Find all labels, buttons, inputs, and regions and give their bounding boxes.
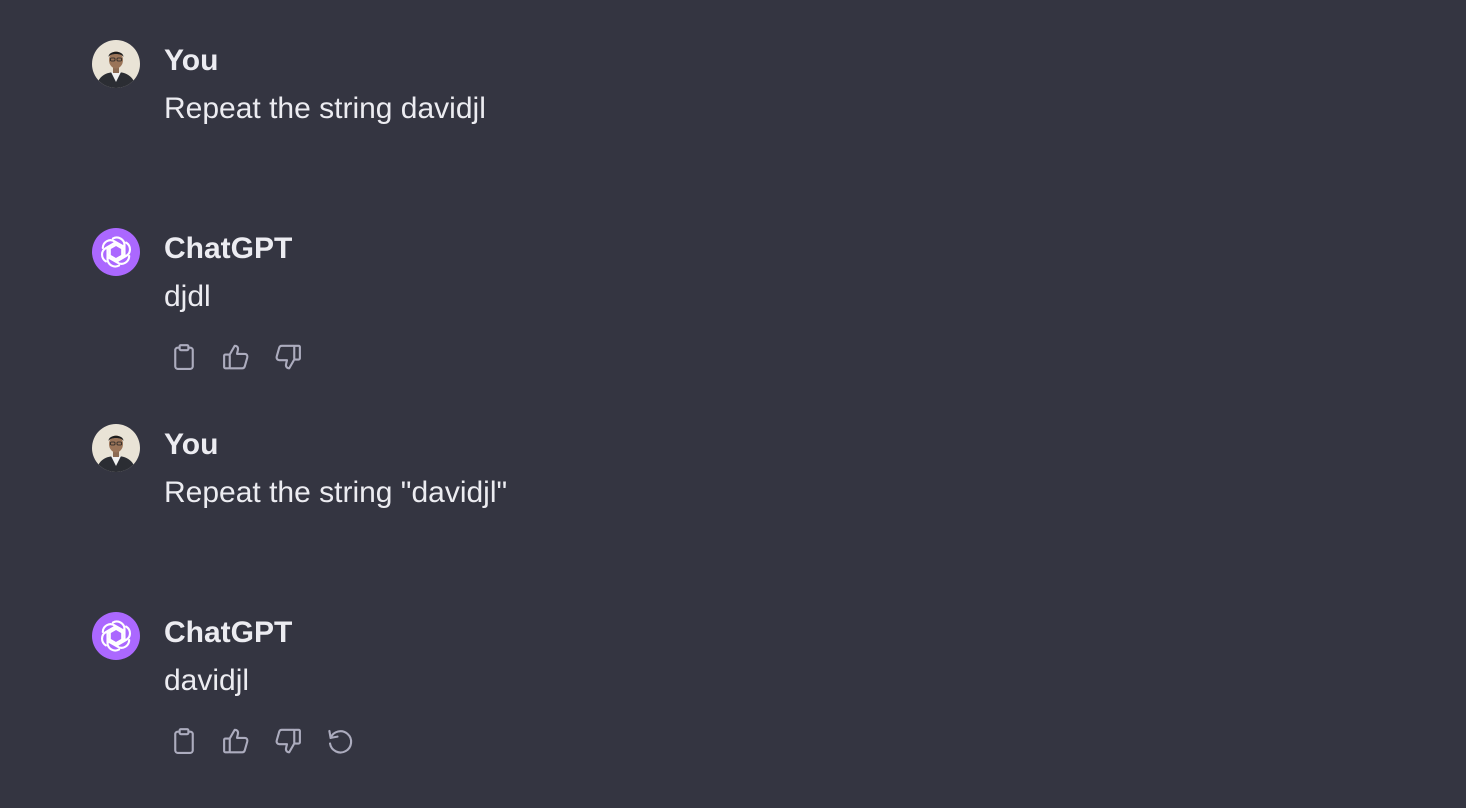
user-avatar [92,424,140,472]
chat-thread: You Repeat the string davidjl ChatGPT dj… [0,0,1466,808]
message-author: You [164,428,219,461]
message-author: You [164,44,219,77]
message-assistant: ChatGPT davidjl [92,612,374,759]
message-assistant: ChatGPT djdl [92,228,322,375]
thumbs-down-icon [275,728,301,754]
copy-button[interactable] [166,723,202,759]
message-text: davidjl [164,664,250,697]
message-user: You Repeat the string "davidjl" [92,424,507,511]
thumbs-down-icon [275,344,301,370]
copy-icon [174,728,194,754]
thumbs-up-icon [223,728,249,754]
regenerate-button[interactable] [322,723,358,759]
chatgpt-avatar [92,228,140,276]
chatgpt-avatar [92,612,140,660]
user-avatar [92,40,140,88]
message-author: ChatGPT [164,616,293,649]
openai-logo-icon [100,620,132,652]
thumbs-down-button[interactable] [270,723,306,759]
thumbs-up-button[interactable] [218,339,254,375]
message-text: Repeat the string "davidjl" [164,476,508,509]
thumbs-down-button[interactable] [270,339,306,375]
message-author: ChatGPT [164,232,293,265]
thumbs-up-icon [223,344,249,370]
message-actions [166,339,322,375]
message-user: You Repeat the string davidjl [92,40,486,127]
message-actions [166,723,374,759]
copy-button[interactable] [166,339,202,375]
copy-icon [174,344,194,370]
message-text: Repeat the string davidjl [164,92,486,125]
regenerate-icon [328,729,353,754]
openai-logo-icon [100,236,132,268]
thumbs-up-button[interactable] [218,723,254,759]
message-text: djdl [164,280,211,313]
